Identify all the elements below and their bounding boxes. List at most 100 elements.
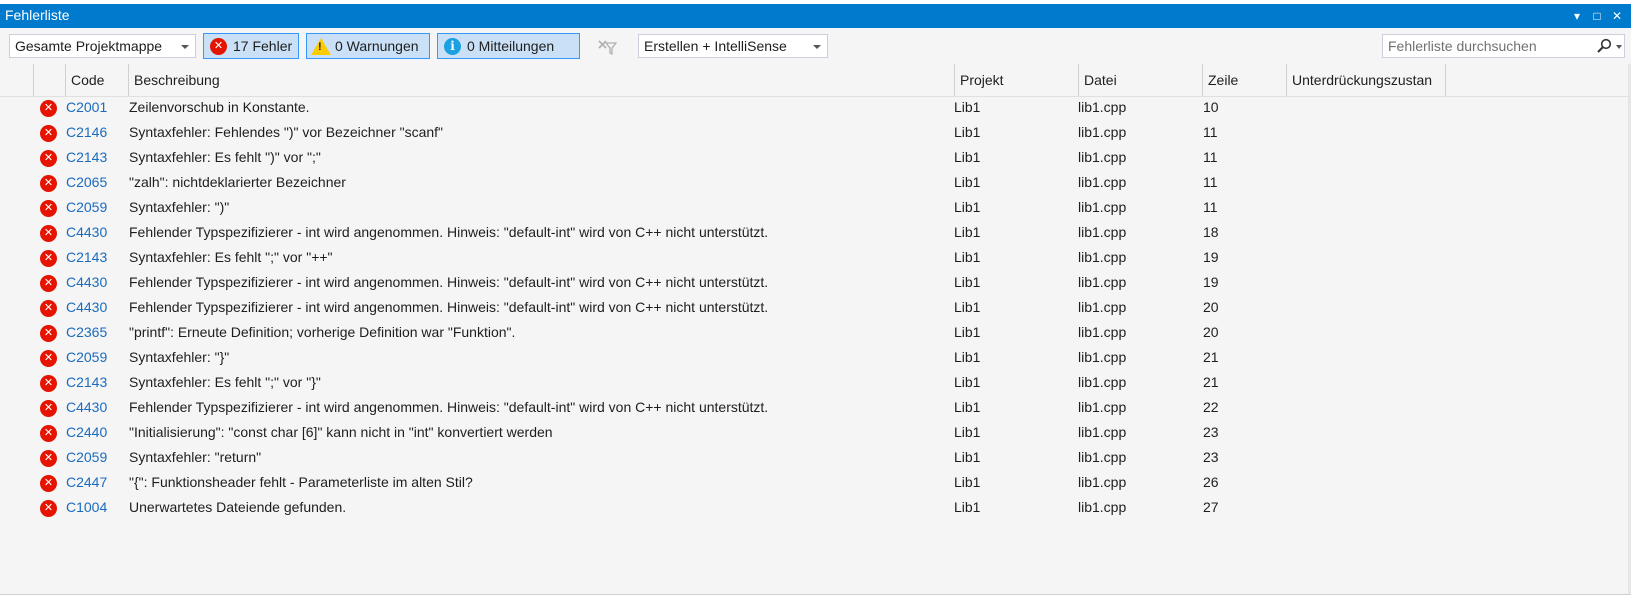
error-file: lib1.cpp xyxy=(1078,474,1127,490)
error-project: Lib1 xyxy=(954,299,981,315)
header-code[interactable]: Code xyxy=(66,64,129,96)
error-description: Zeilenvorschub in Konstante. xyxy=(129,99,310,115)
error-code-link[interactable]: C4430 xyxy=(66,399,107,415)
messages-filter-button[interactable]: i 0 Mitteilungen xyxy=(437,33,580,59)
error-icon: ✕ xyxy=(40,400,57,417)
table-row[interactable]: ✕ C4430 Fehlender Typspezifizierer - int w… xyxy=(0,396,1631,421)
table-row[interactable]: ✕ C2365 "printf": Erneute Definition; vorh… xyxy=(0,321,1631,346)
chevron-down-icon xyxy=(813,45,821,49)
table-row[interactable]: ✕ C2447 "{": Funktionsheader fehlt - Param… xyxy=(0,471,1631,496)
warnings-filter-label: 0 Warnungen xyxy=(335,38,419,54)
error-description: Syntaxfehler: Es fehlt ";" vor "++" xyxy=(129,249,333,265)
table-row[interactable]: ✕ C2059 Syntaxfehler: ")" Lib1 lib1.cpp 11 xyxy=(0,196,1631,221)
table-row[interactable]: ✕ C4430 Fehlender Typspezifizierer - int w… xyxy=(0,296,1631,321)
error-code-link[interactable]: C2143 xyxy=(66,149,107,165)
tool-window-titlebar: Fehlerliste ▾ □ ✕ xyxy=(0,4,1631,28)
error-code-link[interactable]: C2447 xyxy=(66,474,107,490)
error-line: 10 xyxy=(1203,99,1219,115)
error-project: Lib1 xyxy=(954,274,981,290)
error-line: 21 xyxy=(1203,349,1219,365)
header-project[interactable]: Projekt xyxy=(955,64,1079,96)
error-code-link[interactable]: C2143 xyxy=(66,374,107,390)
error-project: Lib1 xyxy=(954,249,981,265)
table-row[interactable]: ✕ C2143 Syntaxfehler: Es fehlt ";" vor "++… xyxy=(0,246,1631,271)
error-code-link[interactable]: C2146 xyxy=(66,124,107,140)
error-code-link[interactable]: C2440 xyxy=(66,424,107,440)
error-code-link[interactable]: C2059 xyxy=(66,349,107,365)
error-file: lib1.cpp xyxy=(1078,374,1127,390)
build-source-dropdown[interactable]: Erstellen + IntelliSense xyxy=(638,34,828,58)
table-row[interactable]: ✕ C2059 Syntaxfehler: "return" Lib1 lib1.cpp… xyxy=(0,446,1631,471)
error-line: 21 xyxy=(1203,374,1219,390)
error-project: Lib1 xyxy=(954,149,981,165)
clear-filter-icon[interactable] xyxy=(597,38,617,56)
error-description: Fehlender Typspezifizierer - int wird an… xyxy=(129,399,769,415)
error-file: lib1.cpp xyxy=(1078,249,1127,265)
error-description: Syntaxfehler: Es fehlt ")" vor ";" xyxy=(129,149,321,165)
header-line[interactable]: Zeile xyxy=(1203,64,1287,96)
header-sort-cell[interactable] xyxy=(0,64,34,96)
search-field[interactable]: Fehlerliste durchsuchen xyxy=(1382,34,1625,58)
column-header-row: Code Beschreibung Projekt Datei Zeile Un… xyxy=(0,64,1631,97)
scope-dropdown[interactable]: Gesamte Projektmappe xyxy=(9,34,196,58)
error-code-link[interactable]: C4430 xyxy=(66,224,107,240)
error-icon: ✕ xyxy=(40,275,57,292)
error-file: lib1.cpp xyxy=(1078,299,1127,315)
search-icon[interactable] xyxy=(1596,38,1612,54)
error-code-link[interactable]: C2143 xyxy=(66,249,107,265)
error-line: 23 xyxy=(1203,449,1219,465)
maximize-icon[interactable]: □ xyxy=(1588,7,1606,25)
error-code-link[interactable]: C2059 xyxy=(66,199,107,215)
table-row[interactable]: ✕ C2001 Zeilenvorschub in Konstante. Lib1 li… xyxy=(0,96,1631,121)
error-project: Lib1 xyxy=(954,124,981,140)
header-file[interactable]: Datei xyxy=(1079,64,1203,96)
table-row[interactable]: ✕ C2143 Syntaxfehler: Es fehlt ")" vor ";"… xyxy=(0,146,1631,171)
error-icon: ✕ xyxy=(210,38,227,55)
table-row[interactable]: ✕ C4430 Fehlender Typspezifizierer - int w… xyxy=(0,271,1631,296)
error-code-link[interactable]: C2065 xyxy=(66,174,107,190)
error-file: lib1.cpp xyxy=(1078,224,1127,240)
error-file: lib1.cpp xyxy=(1078,174,1127,190)
error-project: Lib1 xyxy=(954,324,981,340)
search-placeholder: Fehlerliste durchsuchen xyxy=(1388,38,1537,54)
error-file: lib1.cpp xyxy=(1078,424,1127,440)
error-project: Lib1 xyxy=(954,174,981,190)
error-code-link[interactable]: C2059 xyxy=(66,449,107,465)
window-menu-icon[interactable]: ▾ xyxy=(1568,7,1586,25)
window-title: Fehlerliste xyxy=(5,7,70,23)
error-icon: ✕ xyxy=(40,100,57,117)
errors-filter-button[interactable]: ✕ 17 Fehler xyxy=(203,33,299,59)
table-row[interactable]: ✕ C2065 "zalh": nichtdeklarierter Bezeichn… xyxy=(0,171,1631,196)
error-description: "Initialisierung": "const char [6]" kann… xyxy=(129,424,553,440)
error-description: "zalh": nichtdeklarierter Bezeichner xyxy=(129,174,346,190)
close-icon[interactable]: ✕ xyxy=(1608,7,1626,25)
error-file: lib1.cpp xyxy=(1078,149,1127,165)
error-code-link[interactable]: C2365 xyxy=(66,324,107,340)
header-suppression-state[interactable]: Unterdrückungszustan xyxy=(1287,64,1446,96)
error-project: Lib1 xyxy=(954,424,981,440)
table-row[interactable]: ✕ C2440 "Initialisierung": "const char [6]… xyxy=(0,421,1631,446)
error-file: lib1.cpp xyxy=(1078,399,1127,415)
warnings-filter-button[interactable]: ! 0 Warnungen xyxy=(306,33,430,59)
table-row[interactable]: ✕ C2146 Syntaxfehler: Fehlendes ")" vor Be… xyxy=(0,121,1631,146)
error-description: Syntaxfehler: Es fehlt ";" vor "}" xyxy=(129,374,321,390)
error-code-link[interactable]: C1004 xyxy=(66,499,107,515)
error-code-link[interactable]: C4430 xyxy=(66,299,107,315)
table-row[interactable]: ✕ C2059 Syntaxfehler: "}" Lib1 lib1.cpp 21 xyxy=(0,346,1631,371)
error-icon: ✕ xyxy=(40,500,57,517)
search-options-chevron-icon[interactable] xyxy=(1616,45,1622,49)
error-icon: ✕ xyxy=(40,325,57,342)
error-code-link[interactable]: C2001 xyxy=(66,99,107,115)
error-line: 23 xyxy=(1203,424,1219,440)
header-icon-cell[interactable] xyxy=(34,64,66,96)
table-row[interactable]: ✕ C1004 Unerwartetes Dateiende gefunden. Li… xyxy=(0,496,1631,521)
table-row[interactable]: ✕ C2143 Syntaxfehler: Es fehlt ";" vor "}"… xyxy=(0,371,1631,396)
table-row[interactable]: ✕ C4430 Fehlender Typspezifizierer - int w… xyxy=(0,221,1631,246)
error-project: Lib1 xyxy=(954,349,981,365)
error-description: Fehlender Typspezifizierer - int wird an… xyxy=(129,274,769,290)
header-description[interactable]: Beschreibung xyxy=(129,64,955,96)
error-code-link[interactable]: C4430 xyxy=(66,274,107,290)
error-project: Lib1 xyxy=(954,474,981,490)
error-project: Lib1 xyxy=(954,199,981,215)
info-icon: i xyxy=(444,38,461,55)
